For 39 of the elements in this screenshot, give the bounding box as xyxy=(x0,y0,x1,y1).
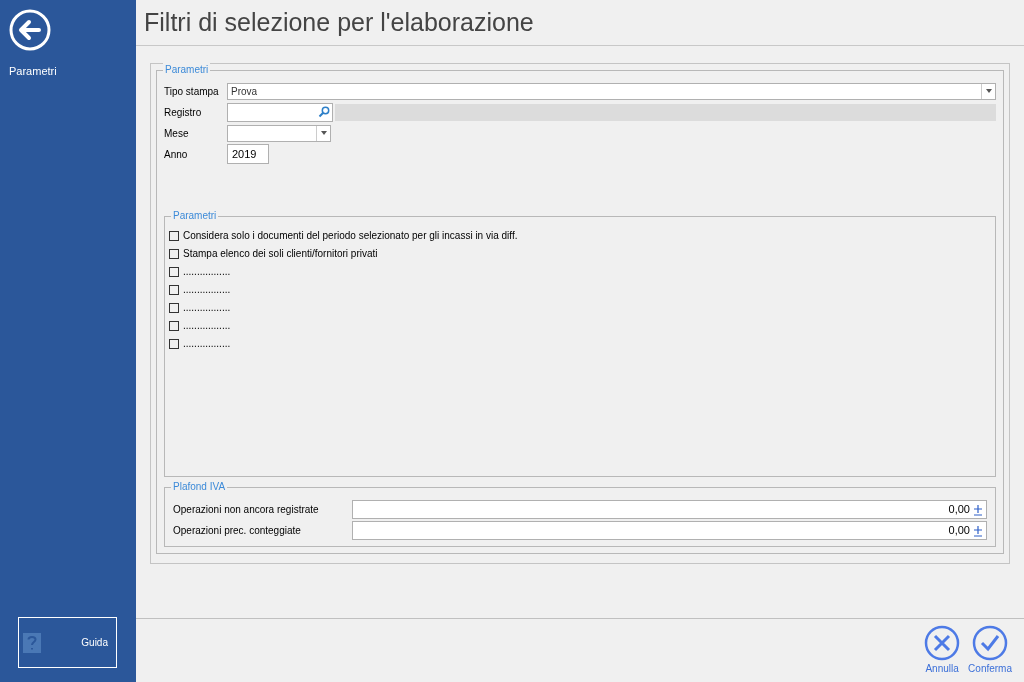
checkbox[interactable] xyxy=(169,320,179,331)
checkmark-icon xyxy=(972,625,1009,661)
close-icon xyxy=(924,625,961,661)
checkbox[interactable] xyxy=(169,248,179,259)
page-title: Filtri di selezione per l'elaborazione xyxy=(144,6,534,38)
dropdown-field[interactable]: Prova xyxy=(227,82,996,100)
combo-field[interactable] xyxy=(227,124,331,142)
help-button[interactable]: Guida xyxy=(18,617,117,668)
plus-minus-icon[interactable] xyxy=(974,503,982,516)
plus-minus-icon[interactable] xyxy=(974,524,982,537)
checkbox-label: Considera solo i documenti del periodo selezionato per gli incassi in via diff. xyxy=(183,229,518,243)
field-label: Operazioni non ancora registrate xyxy=(173,503,320,517)
checkbox[interactable] xyxy=(169,230,179,241)
checkbox[interactable] xyxy=(169,284,179,295)
amount-field[interactable]: 0,00 xyxy=(352,500,987,519)
year-field[interactable]: 2019 xyxy=(227,144,269,164)
field-label: Anno xyxy=(164,147,189,162)
dropdown-caret-icon xyxy=(316,125,330,141)
field-label: Mese xyxy=(164,126,190,141)
search-field[interactable] xyxy=(227,102,333,122)
sidebar-item[interactable]: Parametri xyxy=(9,63,57,80)
checkbox-label: ................. xyxy=(183,301,231,315)
checkbox[interactable] xyxy=(169,302,179,313)
field-label: Registro xyxy=(164,105,203,120)
field-label: Operazioni prec. conteggiate xyxy=(173,524,302,538)
confirm-button[interactable]: Conferma xyxy=(968,625,1012,676)
checkbox-label: ................. xyxy=(183,265,231,279)
question-book-icon xyxy=(22,631,42,654)
checkbox[interactable] xyxy=(169,266,179,277)
cancel-button[interactable]: Annulla xyxy=(924,625,961,676)
search-icon xyxy=(318,106,330,118)
dropdown-caret-icon xyxy=(981,83,995,99)
field-label: Tipo stampa xyxy=(164,84,220,99)
checkbox-label: ................. xyxy=(183,337,231,351)
checkbox-label: ................. xyxy=(183,319,231,333)
amount-field[interactable]: 0,00 xyxy=(352,521,987,540)
checkbox[interactable] xyxy=(169,338,179,349)
checkbox-label: ................. xyxy=(183,283,231,297)
checkbox-label: Stampa elenco dei soli clienti/fornitori privati xyxy=(183,247,378,261)
